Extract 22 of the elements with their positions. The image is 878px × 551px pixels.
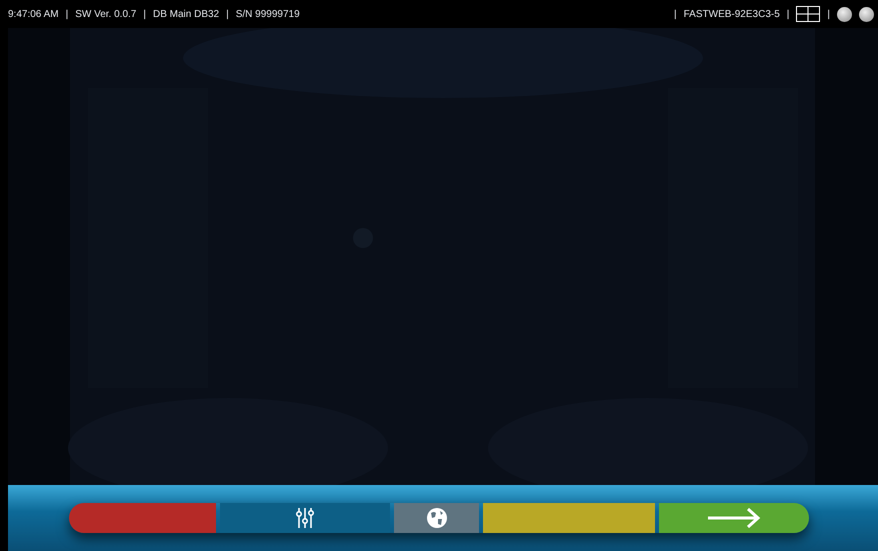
- status-text: S/N 99999719: [236, 8, 300, 22]
- globe-button[interactable]: [394, 503, 479, 533]
- status-indicator-icon: [859, 6, 874, 22]
- status-text: 9:47:06 AM: [8, 8, 59, 22]
- status-text: SW Ver. 0.0.7: [75, 8, 136, 22]
- grid-icon[interactable]: [796, 6, 820, 22]
- color-button[interactable]: [483, 503, 655, 533]
- separator-text: |: [66, 8, 68, 22]
- separator-text: |: [143, 8, 146, 22]
- network-name: FASTWEB-92E3C3-5: [684, 8, 780, 22]
- separator-text: |: [786, 8, 790, 22]
- separator-text: |: [827, 8, 830, 22]
- right-arrow-icon: [707, 507, 761, 529]
- color-button[interactable]: [69, 503, 216, 533]
- status-text: DB Main DB32: [152, 8, 220, 22]
- separator-text: |: [226, 8, 229, 22]
- arrow-button[interactable]: [659, 503, 809, 533]
- globe-icon: [426, 507, 448, 529]
- sliders-icon: [296, 507, 314, 529]
- status-indicator-icon: [837, 6, 852, 22]
- separator-text: |: [674, 8, 677, 22]
- sliders-button[interactable]: [220, 503, 390, 533]
